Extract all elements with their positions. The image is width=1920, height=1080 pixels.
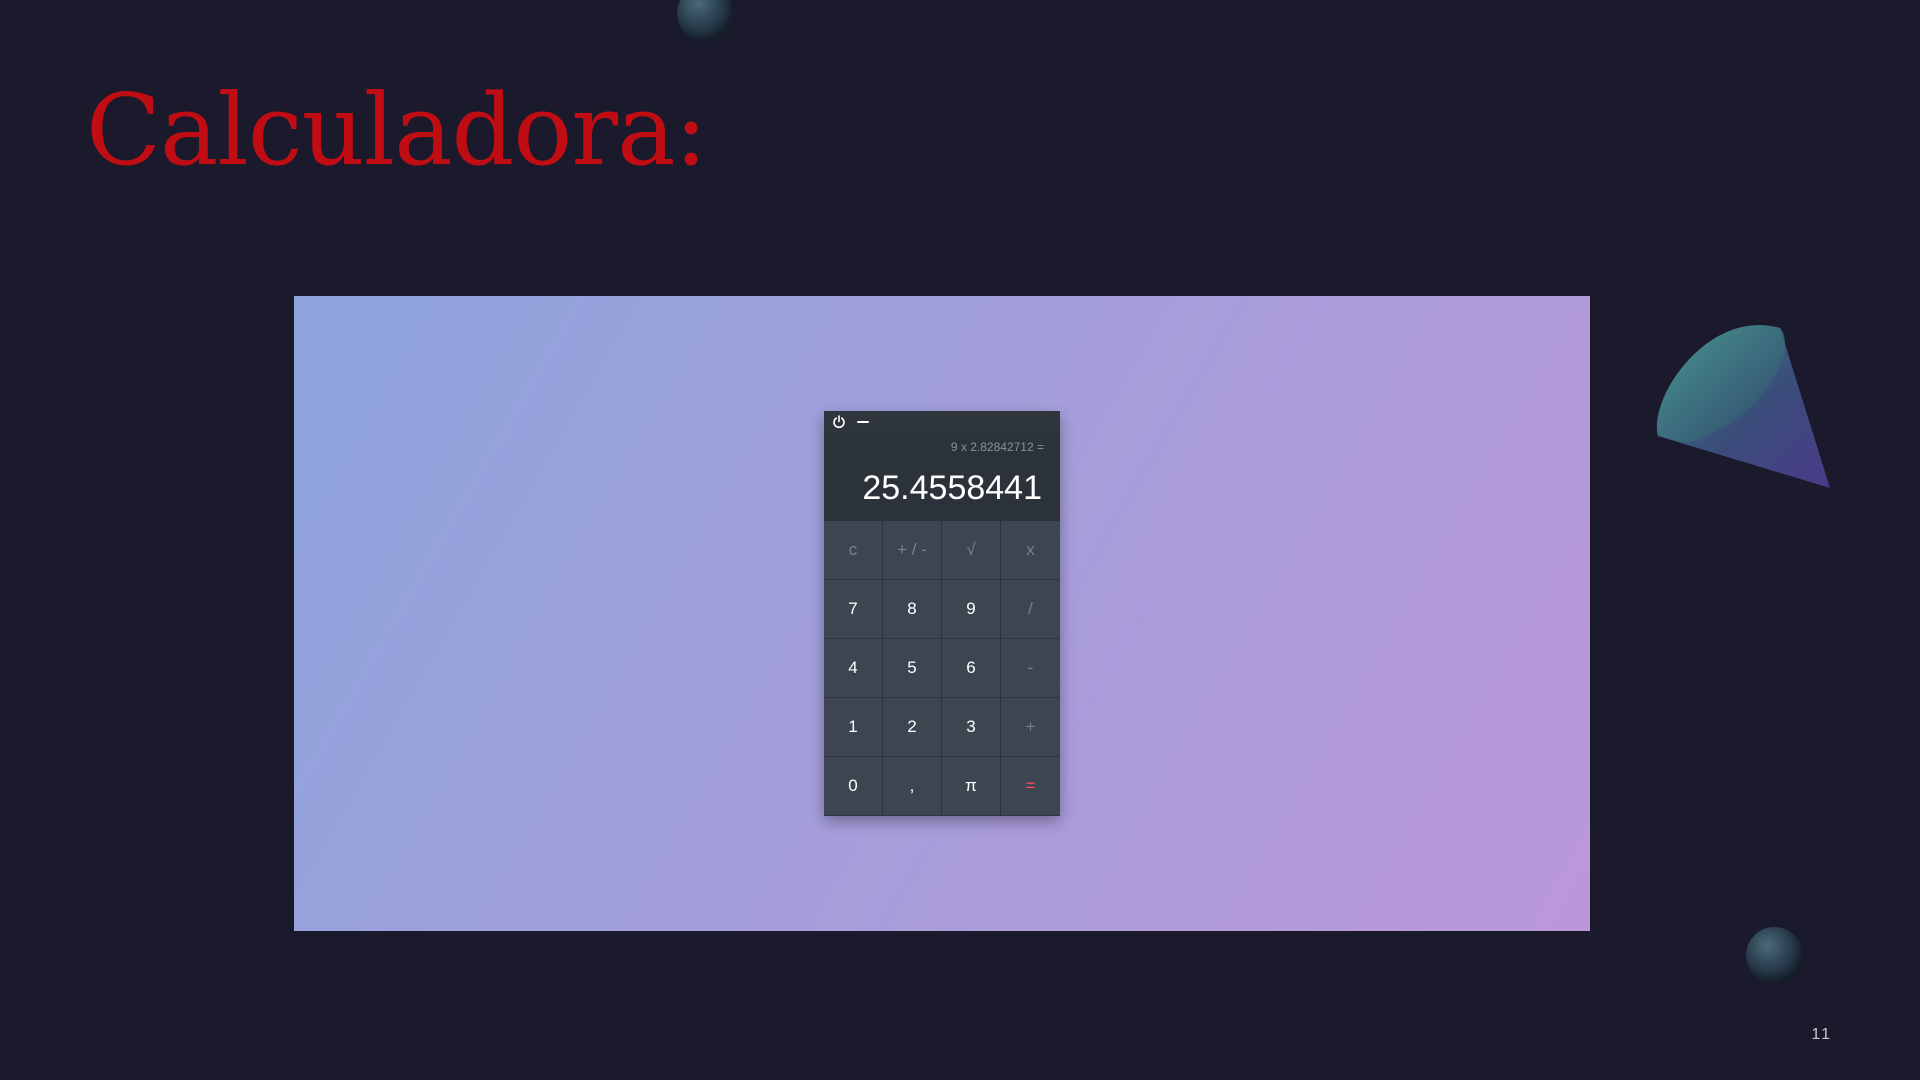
keypad: c + / - √ x 7 8 9/ 4 5 6- 1 2 3 +0, π =: [824, 521, 1060, 816]
minimize-icon[interactable]: [854, 413, 872, 431]
key-button[interactable]: 2: [883, 698, 942, 757]
key-button[interactable]: -: [1001, 639, 1060, 698]
decorative-cone: [1656, 325, 1830, 488]
screenshot-panel: 9 x 2.82842712 = 25.4558441 c + / - √ x 7 8 9/…: [294, 296, 1590, 931]
key-button[interactable]: √: [942, 521, 1001, 580]
key-button[interactable]: 6: [942, 639, 1001, 698]
page-number: 11: [1811, 1026, 1832, 1043]
key-button[interactable]: 5: [883, 639, 942, 698]
calculator-window: 9 x 2.82842712 = 25.4558441 c + / - √ x 7 8 9/…: [824, 411, 1060, 816]
calculator-display: 9 x 2.82842712 = 25.4558441: [824, 433, 1060, 521]
key-button[interactable]: π: [942, 757, 1001, 816]
key-button[interactable]: /: [1001, 580, 1060, 639]
key-button[interactable]: 0: [824, 757, 883, 816]
key-button[interactable]: + / -: [883, 521, 942, 580]
calculator-titlebar: [824, 411, 1060, 433]
key-button[interactable]: 4: [824, 639, 883, 698]
decorative-sphere-top: [677, 0, 733, 42]
expression-text: 9 x 2.82842712 =: [950, 440, 1044, 454]
decorative-sphere-bottom: [1746, 927, 1803, 984]
power-icon[interactable]: [830, 413, 848, 431]
key-button[interactable]: 9: [942, 580, 1001, 639]
key-button[interactable]: +: [1001, 698, 1060, 757]
key-button[interactable]: =: [1001, 757, 1060, 816]
key-button[interactable]: 1: [824, 698, 883, 757]
key-button[interactable]: c: [824, 521, 883, 580]
result-text: 25.4558441: [862, 469, 1042, 507]
slide-title: Calculadora:: [86, 74, 708, 188]
key-button[interactable]: 3: [942, 698, 1001, 757]
key-button[interactable]: ,: [883, 757, 942, 816]
key-button[interactable]: x: [1001, 521, 1060, 580]
key-button[interactable]: 8: [883, 580, 942, 639]
key-button[interactable]: 7: [824, 580, 883, 639]
